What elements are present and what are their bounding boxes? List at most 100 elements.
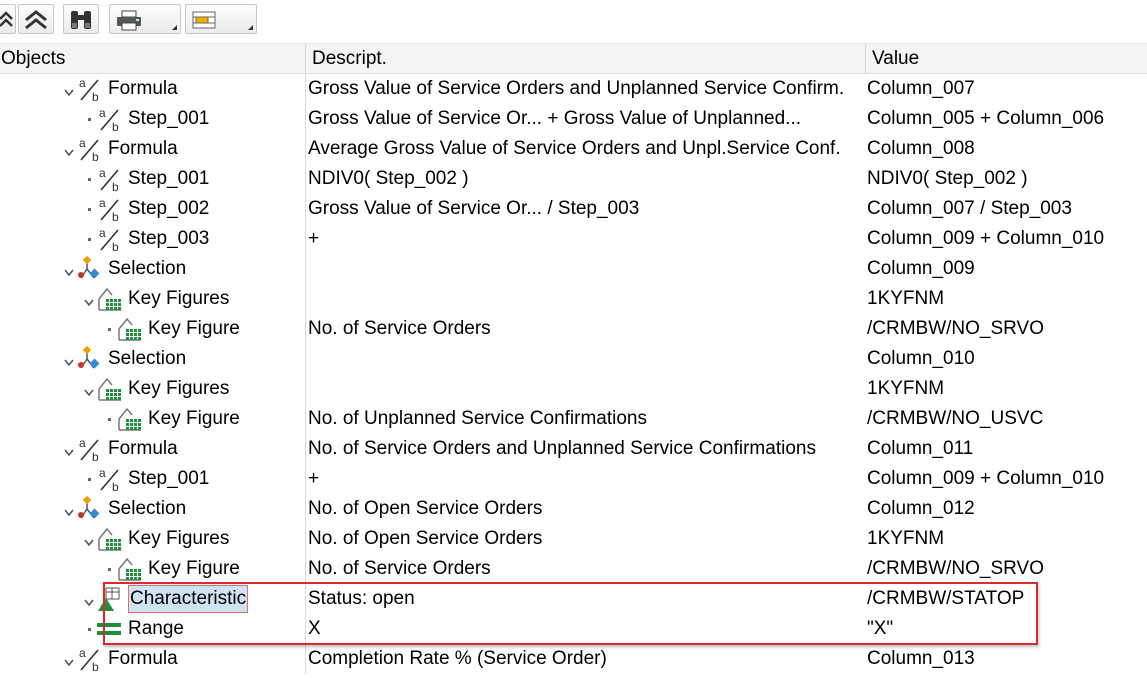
svg-text:b: b bbox=[112, 480, 119, 492]
object-label[interactable]: Key Figures bbox=[128, 284, 229, 314]
description-cell: Average Gross Value of Service Orders an… bbox=[308, 138, 841, 159]
expand-chevron-icon[interactable] bbox=[63, 503, 75, 517]
value-cell: "X" bbox=[867, 618, 894, 639]
object-label[interactable]: Key Figures bbox=[128, 374, 229, 404]
formula-icon: ab bbox=[77, 646, 103, 674]
value-cell: /CRMBW/NO_USVC bbox=[867, 408, 1044, 429]
tree-row[interactable]: Characteristic Status: open/CRMBW/STATOP bbox=[0, 584, 1147, 614]
object-label[interactable]: Key Figures bbox=[128, 524, 229, 554]
value-cell: 1KYFNM bbox=[867, 528, 945, 549]
layout-button[interactable] bbox=[185, 4, 257, 34]
leaf-dot-icon bbox=[88, 478, 91, 481]
value-column-header[interactable]: Value bbox=[872, 44, 919, 74]
description-cell: No. of Service Orders and Unplanned Serv… bbox=[308, 438, 816, 459]
tree-row[interactable]: Key Figure No. of Unplanned Service Confi… bbox=[0, 404, 1147, 434]
tree-row[interactable]: a b Step_001 NDIV0( Step_002 ) NDIV0( Step_0… bbox=[0, 164, 1147, 194]
object-label[interactable]: Formula bbox=[108, 434, 178, 464]
expand-chevron-icon[interactable] bbox=[63, 443, 75, 457]
key-figures-icon bbox=[117, 316, 143, 342]
tree-row[interactable]: a b Formula No. of Service Orders and Unpla… bbox=[0, 434, 1147, 464]
svg-text:a: a bbox=[99, 196, 106, 210]
description-cell bbox=[308, 254, 864, 284]
tree-row[interactable]: Key Figures No. of Open Service Orders 1KY… bbox=[0, 524, 1147, 554]
object-label[interactable]: Formula bbox=[108, 74, 178, 104]
tree-row[interactable]: a b Step_001 Gross Value of Service Or... +… bbox=[0, 104, 1147, 134]
tree-row[interactable]: Selection Column_010 bbox=[0, 344, 1147, 374]
leaf-dot-icon bbox=[88, 118, 91, 121]
svg-text:b: b bbox=[92, 660, 99, 672]
object-label[interactable]: Step_003 bbox=[128, 224, 209, 254]
value-cell: Column_013 bbox=[867, 648, 975, 669]
formula-icon: ab bbox=[97, 196, 123, 224]
value-cell: Column_011 bbox=[867, 438, 974, 459]
object-label[interactable]: Formula bbox=[108, 644, 178, 674]
expand-chevron-icon[interactable] bbox=[63, 653, 75, 667]
description-cell: No. of Open Service Orders bbox=[308, 528, 543, 549]
object-label[interactable]: Selection bbox=[108, 344, 186, 374]
value-cell: NDIV0( Step_002 ) bbox=[867, 168, 1028, 189]
expand-chevron-icon[interactable] bbox=[63, 83, 75, 97]
expand-chevron-icon[interactable] bbox=[63, 143, 75, 157]
expand-chevron-icon[interactable] bbox=[83, 383, 95, 397]
value-cell: Column_009 + Column_010 bbox=[867, 468, 1105, 489]
value-cell: Column_005 + Column_006 bbox=[867, 108, 1105, 129]
object-label[interactable]: Step_001 bbox=[128, 464, 209, 494]
svg-text:b: b bbox=[92, 450, 99, 462]
object-label[interactable]: Step_001 bbox=[128, 104, 209, 134]
toolbar bbox=[0, 0, 1147, 44]
value-cell: Column_007 bbox=[867, 78, 975, 99]
collapse-button[interactable] bbox=[0, 4, 16, 34]
value-cell: /CRMBW/STATOP bbox=[867, 588, 1025, 609]
tree-row[interactable]: Key Figure No. of Service Orders/CRMBW/NO… bbox=[0, 314, 1147, 344]
tree-row[interactable]: Selection No. of Open Service Orders Colum… bbox=[0, 494, 1147, 524]
tree-row[interactable]: a b Formula Gross Value of Service Orders a… bbox=[0, 74, 1147, 104]
description-cell: No. of Unplanned Service Confirmations bbox=[308, 408, 648, 429]
tree-row[interactable]: Key Figures 1KYFNM bbox=[0, 284, 1147, 314]
expand-chevron-icon[interactable] bbox=[83, 293, 95, 307]
description-cell: No. of Service Orders bbox=[308, 558, 491, 579]
print-button[interactable] bbox=[109, 4, 181, 34]
tree-row[interactable]: a b Step_003 + Column_009 + Column_010 bbox=[0, 224, 1147, 254]
svg-text:a: a bbox=[99, 226, 106, 240]
description-cell: NDIV0( Step_002 ) bbox=[308, 168, 469, 189]
svg-text:b: b bbox=[92, 90, 99, 102]
tree-row[interactable]: Key Figures 1KYFNM bbox=[0, 374, 1147, 404]
tree-row[interactable]: Selection Column_009 bbox=[0, 254, 1147, 284]
tree-row[interactable]: a b Formula Completion Rate % (Service Orde… bbox=[0, 644, 1147, 674]
object-label[interactable]: Selection bbox=[108, 254, 186, 284]
tree-row[interactable]: Range X "X" bbox=[0, 614, 1147, 644]
expand-chevron-icon[interactable] bbox=[63, 263, 75, 277]
find-button[interactable] bbox=[63, 4, 99, 34]
object-label[interactable]: Key Figure bbox=[148, 404, 240, 434]
object-label[interactable]: Range bbox=[128, 614, 184, 644]
layout-icon bbox=[192, 11, 216, 29]
formula-icon: ab bbox=[97, 106, 123, 134]
svg-text:a: a bbox=[99, 166, 106, 180]
descript-column-header[interactable]: Descript. bbox=[312, 44, 387, 74]
value-cell: 1KYFNM bbox=[867, 378, 945, 399]
object-label[interactable]: Key Figure bbox=[148, 554, 240, 584]
svg-text:a: a bbox=[99, 106, 106, 120]
description-cell bbox=[308, 374, 864, 404]
tree-row[interactable]: a b Step_002 Gross Value of Service Or... /… bbox=[0, 194, 1147, 224]
formula-icon: ab bbox=[97, 166, 123, 194]
expand-chevron-icon[interactable] bbox=[83, 533, 95, 547]
value-cell: Column_009 + Column_010 bbox=[867, 228, 1105, 249]
expand-chevron-icon[interactable] bbox=[83, 593, 95, 607]
value-cell: Column_012 bbox=[867, 498, 975, 519]
description-cell: Gross Value of Service Orders and Unplan… bbox=[308, 78, 845, 99]
printer-icon bbox=[117, 10, 141, 31]
tree-row[interactable]: a b Step_001 + Column_009 + Column_010 bbox=[0, 464, 1147, 494]
object-label[interactable]: Characteristic bbox=[128, 585, 249, 613]
description-cell: No. of Open Service Orders bbox=[308, 498, 543, 519]
object-label[interactable]: Step_002 bbox=[128, 194, 209, 224]
object-label[interactable]: Step_001 bbox=[128, 164, 209, 194]
tree-row[interactable]: Key Figure No. of Service Orders/CRMBW/NO… bbox=[0, 554, 1147, 584]
object-label[interactable]: Formula bbox=[108, 134, 178, 164]
objects-column-header[interactable]: Objects bbox=[1, 44, 65, 74]
collapse-all-button[interactable] bbox=[18, 4, 54, 34]
tree-row[interactable]: a b Formula Average Gross Value of Service … bbox=[0, 134, 1147, 164]
object-label[interactable]: Key Figure bbox=[148, 314, 240, 344]
object-label[interactable]: Selection bbox=[108, 494, 186, 524]
expand-chevron-icon[interactable] bbox=[63, 353, 75, 367]
